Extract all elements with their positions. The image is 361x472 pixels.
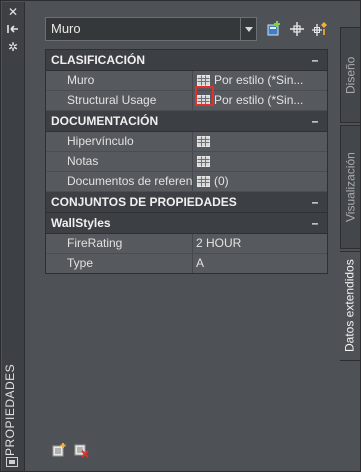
category-title: WallStyles (51, 216, 111, 230)
property-name: Hipervínculo (46, 132, 193, 151)
property-name: Type (46, 254, 193, 273)
close-icon[interactable]: ✕ (6, 5, 20, 19)
select-objects-icon[interactable] (288, 20, 306, 38)
palette-title-bar: ✕ ✲ PROPIEDADES (2, 2, 25, 471)
collapse-icon[interactable]: – (310, 50, 320, 70)
tab-datos-extendidos[interactable]: Datos extendidos (340, 251, 361, 361)
property-grid: CLASIFICACIÓN – Muro Por estilo (*Sin...… (45, 49, 328, 274)
property-row-type[interactable]: Type A (46, 254, 327, 273)
tab-label: Visualización (343, 152, 358, 222)
collapse-icon[interactable]: – (310, 111, 320, 131)
properties-palette: ✕ ✲ PROPIEDADES Muro CLASIFICACIÓN – Mur… (0, 0, 361, 472)
property-value[interactable] (194, 132, 327, 151)
collapse-icon[interactable]: – (310, 213, 320, 233)
property-row-hipervinculo[interactable]: Hipervínculo (46, 132, 327, 152)
property-row-muro[interactable]: Muro Por estilo (*Sin... (46, 71, 327, 91)
category-title: CONJUNTOS DE PROPIEDADES (51, 195, 237, 209)
tab-diseno[interactable]: Diseño (340, 27, 361, 123)
category-title: CLASIFICACIÓN (51, 53, 145, 67)
gear-icon[interactable]: ✲ (6, 40, 20, 54)
property-name: Structural Usage (46, 91, 193, 110)
table-icon[interactable] (197, 176, 210, 187)
table-icon[interactable] (197, 136, 210, 147)
property-row-firerating[interactable]: FireRating 2 HOUR (46, 234, 327, 254)
category-conjuntos-de-propiedades[interactable]: CONJUNTOS DE PROPIEDADES – (46, 192, 327, 213)
property-name: Documentos de referencia (46, 172, 193, 191)
property-value-text: Por estilo (*Sin... (214, 93, 304, 107)
add-property-set-icon[interactable] (51, 442, 67, 458)
add-property-icon[interactable] (265, 20, 283, 38)
table-icon[interactable] (197, 156, 210, 167)
category-title: DOCUMENTACIÓN (51, 114, 159, 128)
category-documentacion[interactable]: DOCUMENTACIÓN – (46, 111, 327, 132)
tab-visualizacion[interactable]: Visualización (340, 125, 361, 249)
property-value-text: A (196, 256, 205, 270)
property-value-text: Por estilo (*Sin... (214, 73, 304, 87)
object-type-value: Muro (51, 21, 81, 36)
object-type-dropdown[interactable]: Muro (45, 17, 257, 41)
highlight-box (195, 86, 214, 106)
palette-icon[interactable] (6, 457, 18, 467)
tab-label: Diseño (343, 56, 358, 94)
property-value[interactable]: (0) (194, 172, 327, 191)
property-name: FireRating (46, 234, 193, 253)
property-value-text: (0) (214, 174, 229, 188)
remove-property-set-icon[interactable] (73, 442, 89, 458)
table-icon[interactable] (197, 75, 210, 86)
tab-label: Datos extendidos (342, 259, 357, 353)
category-clasificacion[interactable]: CLASIFICACIÓN – (46, 50, 327, 71)
palette-title: PROPIEDADES (3, 363, 17, 456)
collapse-icon[interactable]: – (310, 192, 320, 212)
property-value[interactable]: 2 HOUR (194, 234, 327, 253)
autohide-icon[interactable] (6, 22, 20, 36)
property-row-documentos-de-referencia[interactable]: Documentos de referencia (0) (46, 172, 327, 192)
property-row-structural-usage[interactable]: Structural Usage Por estilo (*Sin... (46, 91, 327, 111)
category-wallstyles[interactable]: WallStyles – (46, 213, 327, 234)
property-value[interactable] (194, 152, 327, 171)
quick-select-icon[interactable] (311, 20, 329, 38)
property-row-notas[interactable]: Notas (46, 152, 327, 172)
property-name: Notas (46, 152, 193, 171)
properties-main: Muro CLASIFICACIÓN – Muro Por estilo (*S… (25, 2, 340, 471)
chevron-down-icon[interactable] (240, 18, 256, 40)
property-value[interactable]: A (194, 254, 327, 273)
property-name: Muro (46, 71, 193, 90)
property-value-text: 2 HOUR (196, 236, 242, 250)
